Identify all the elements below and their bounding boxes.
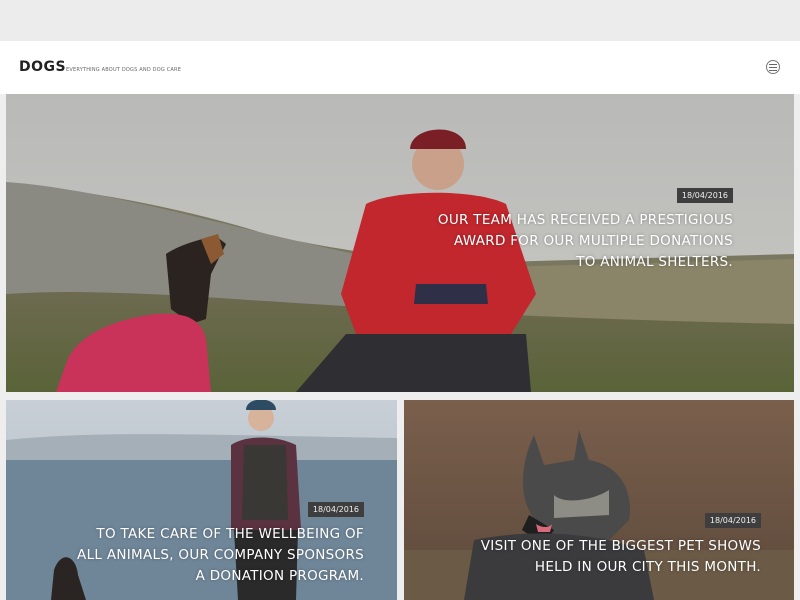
site-header: DOGS EVERYTHING ABOUT DOGS AND DOG CARE [0, 41, 800, 94]
post-title-link[interactable]: OUR TEAM HAS RECEIVED A PRESTIGIOUS AWAR… [433, 210, 733, 273]
site-tagline: EVERYTHING ABOUT DOGS AND DOG CARE [66, 67, 182, 73]
post-title-link[interactable]: VISIT ONE OF THE BIGGEST PET SHOWS HELD … [461, 536, 761, 578]
post-title-link[interactable]: TO TAKE CARE OF THE WELLBEING OF ALL ANI… [74, 524, 364, 587]
browser-top-strip [0, 0, 800, 41]
post-card[interactable]: 18/04/2016 VISIT ONE OF THE BIGGEST PET … [404, 400, 794, 600]
post-date-badge: 18/04/2016 [676, 188, 733, 203]
site-logo[interactable]: DOGS [19, 59, 66, 75]
post-date-badge: 18/04/2016 [307, 502, 364, 517]
menu-button[interactable] [766, 60, 780, 74]
hamburger-menu-icon [769, 63, 777, 71]
post-date-badge: 18/04/2016 [704, 513, 761, 528]
post-card[interactable]: 18/04/2016 TO TAKE CARE OF THE WELLBEING… [6, 400, 397, 600]
featured-post-card[interactable]: 18/04/2016 OUR TEAM HAS RECEIVED A PREST… [6, 94, 794, 392]
